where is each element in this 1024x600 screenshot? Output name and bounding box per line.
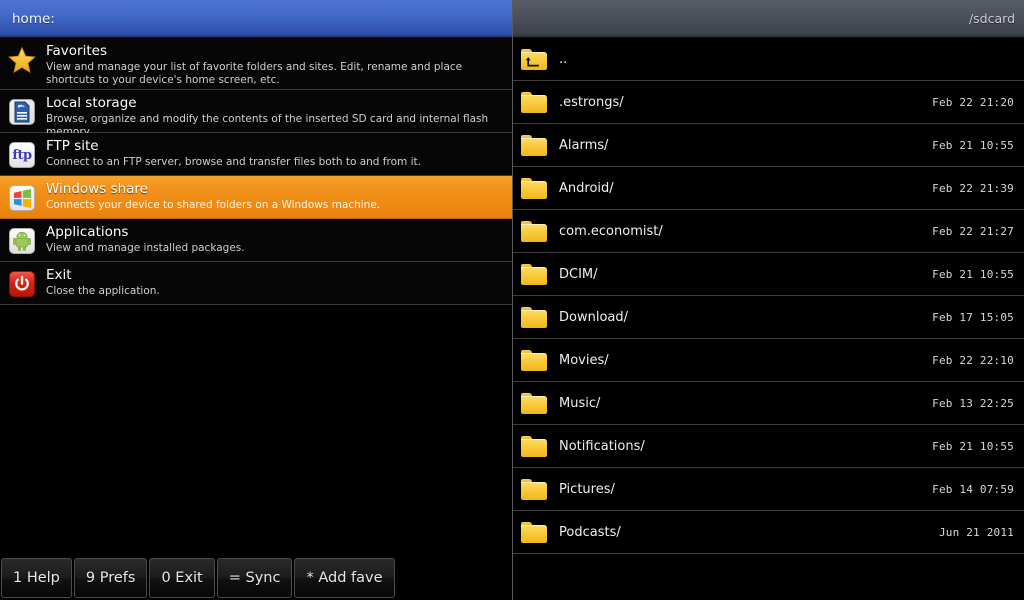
left-header-bar: home:	[0, 0, 512, 38]
toolbar-button-1-help[interactable]: 1 Help	[1, 558, 72, 598]
file-date: Feb 22 21:27	[932, 224, 1014, 238]
sidebar-item-label: Exit	[46, 267, 72, 283]
file-list-row[interactable]: .estrongs/Feb 22 21:20	[513, 81, 1024, 124]
file-name: .estrongs/	[559, 94, 624, 110]
file-name: Podcasts/	[559, 524, 621, 540]
sidebar-item-text: Local storage Browse, organize and modify…	[46, 96, 506, 138]
android-robot-icon	[8, 227, 36, 255]
file-name: Movies/	[559, 352, 609, 368]
file-list-row[interactable]: ..	[513, 38, 1024, 81]
file-list-row[interactable]: Alarms/Feb 21 10:55	[513, 124, 1024, 167]
file-list-row[interactable]: Movies/Feb 22 22:10	[513, 339, 1024, 382]
power-icon	[8, 270, 36, 298]
sidebar-item-text: Exit Close the application.	[46, 268, 506, 298]
right-header-bar: /sdcard	[513, 0, 1024, 38]
sidebar-item-text: Applications View and manage installed pa…	[46, 225, 506, 255]
star-icon	[8, 46, 36, 74]
sd-card-icon	[8, 98, 36, 126]
file-name: DCIM/	[559, 266, 598, 282]
file-date: Feb 22 21:20	[932, 95, 1014, 109]
file-date: Feb 21 10:55	[932, 439, 1014, 453]
file-date: Feb 17 15:05	[932, 310, 1014, 324]
sidebar-item-windows-share[interactable]: Windows share Connects your device to sha…	[0, 176, 512, 219]
file-name: Android/	[559, 180, 614, 196]
folder-icon	[519, 434, 549, 458]
folder-icon	[519, 520, 549, 544]
folder-icon	[519, 133, 549, 157]
folder-up-icon	[519, 47, 549, 71]
sidebar-item-text: Windows share Connects your device to sha…	[46, 182, 506, 212]
folder-icon	[519, 348, 549, 372]
sidebar-item-text: FTP site Connect to an FTP server, browse…	[46, 139, 506, 169]
file-list-row[interactable]: Download/Feb 17 15:05	[513, 296, 1024, 339]
file-date: Feb 22 22:10	[932, 353, 1014, 367]
folder-icon	[519, 477, 549, 501]
sidebar-item-ftp-site[interactable]: ftp FTP site Connect to an FTP server, bro…	[0, 133, 512, 176]
toolbar-button-sync[interactable]: = Sync	[216, 558, 293, 598]
sidebar-item-applications[interactable]: Applications View and manage installed pa…	[0, 219, 512, 262]
file-date: Feb 22 21:39	[932, 181, 1014, 195]
sidebar-item-label: Applications	[46, 224, 129, 240]
sidebar-item-exit[interactable]: Exit Close the application.	[0, 262, 512, 305]
file-name: ..	[559, 51, 568, 67]
sidebar-item-description: View and manage installed packages.	[46, 242, 245, 254]
file-name: Notifications/	[559, 438, 645, 454]
toolbar-button-9-prefs[interactable]: 9 Prefs	[73, 558, 148, 598]
current-path-label: /sdcard	[968, 11, 1015, 26]
windows-logo-icon	[8, 184, 36, 212]
file-name: Pictures/	[559, 481, 615, 497]
file-date: Feb 21 10:55	[932, 267, 1014, 281]
toolbar-button-0-exit[interactable]: 0 Exit	[149, 558, 215, 598]
sidebar-item-local-storage[interactable]: Local storage Browse, organize and modify…	[0, 90, 512, 138]
file-list-row[interactable]: Music/Feb 13 22:25	[513, 382, 1024, 425]
sidebar-item-description: Connects your device to shared folders o…	[46, 199, 381, 211]
sidebar-item-label: Windows share	[46, 181, 148, 197]
file-date: Feb 13 22:25	[932, 396, 1014, 410]
folder-icon	[519, 391, 549, 415]
file-name: Download/	[559, 309, 628, 325]
sidebar-item-label: Favorites	[46, 43, 107, 59]
file-list: .. .estrongs/Feb 22 21:20 Alarms/Feb 21 10…	[513, 38, 1024, 554]
file-name: Alarms/	[559, 137, 609, 153]
file-date: Jun 21 2011	[938, 525, 1014, 539]
file-name: Music/	[559, 395, 601, 411]
file-name: com.economist/	[559, 223, 663, 239]
folder-icon	[519, 262, 549, 286]
sidebar-item-description: View and manage your list of favorite fo…	[46, 61, 463, 86]
folder-icon	[519, 176, 549, 200]
toolbar-button-add-fave[interactable]: * Add fave	[294, 558, 395, 598]
ftp-icon: ftp	[8, 141, 36, 169]
sidebar-item-description: Close the application.	[46, 285, 160, 297]
file-date: Feb 21 10:55	[932, 138, 1014, 152]
bottom-toolbar: 1 Help 9 Prefs 0 Exit = Sync * Add fave	[0, 556, 512, 600]
home-path-label: home:	[12, 10, 55, 27]
file-list-row[interactable]: Pictures/Feb 14 07:59	[513, 468, 1024, 511]
file-manager-window: home: Favorites View and manage your list…	[0, 0, 1024, 600]
file-list-row[interactable]: com.economist/Feb 22 21:27	[513, 210, 1024, 253]
sidebar-item-description: Connect to an FTP server, browse and tra…	[46, 156, 421, 168]
sidebar-item-label: FTP site	[46, 138, 99, 154]
left-panel: home: Favorites View and manage your list…	[0, 0, 512, 600]
sidebar-item-text: Favorites View and manage your list of fa…	[46, 44, 506, 86]
file-list-row[interactable]: Podcasts/Jun 21 2011	[513, 511, 1024, 554]
sidebar-item-label: Local storage	[46, 95, 137, 111]
folder-icon	[519, 90, 549, 114]
file-list-row[interactable]: Android/Feb 22 21:39	[513, 167, 1024, 210]
sidebar-item-favorites[interactable]: Favorites View and manage your list of fa…	[0, 38, 512, 90]
file-list-row[interactable]: Notifications/Feb 21 10:55	[513, 425, 1024, 468]
right-panel: /sdcard .. .estrongs/Feb 22 21:20 Alarms/F…	[512, 0, 1024, 600]
folder-icon	[519, 219, 549, 243]
file-list-row[interactable]: DCIM/Feb 21 10:55	[513, 253, 1024, 296]
file-date: Feb 14 07:59	[932, 482, 1014, 496]
sidebar-list: Favorites View and manage your list of fa…	[0, 38, 512, 305]
folder-icon	[519, 305, 549, 329]
